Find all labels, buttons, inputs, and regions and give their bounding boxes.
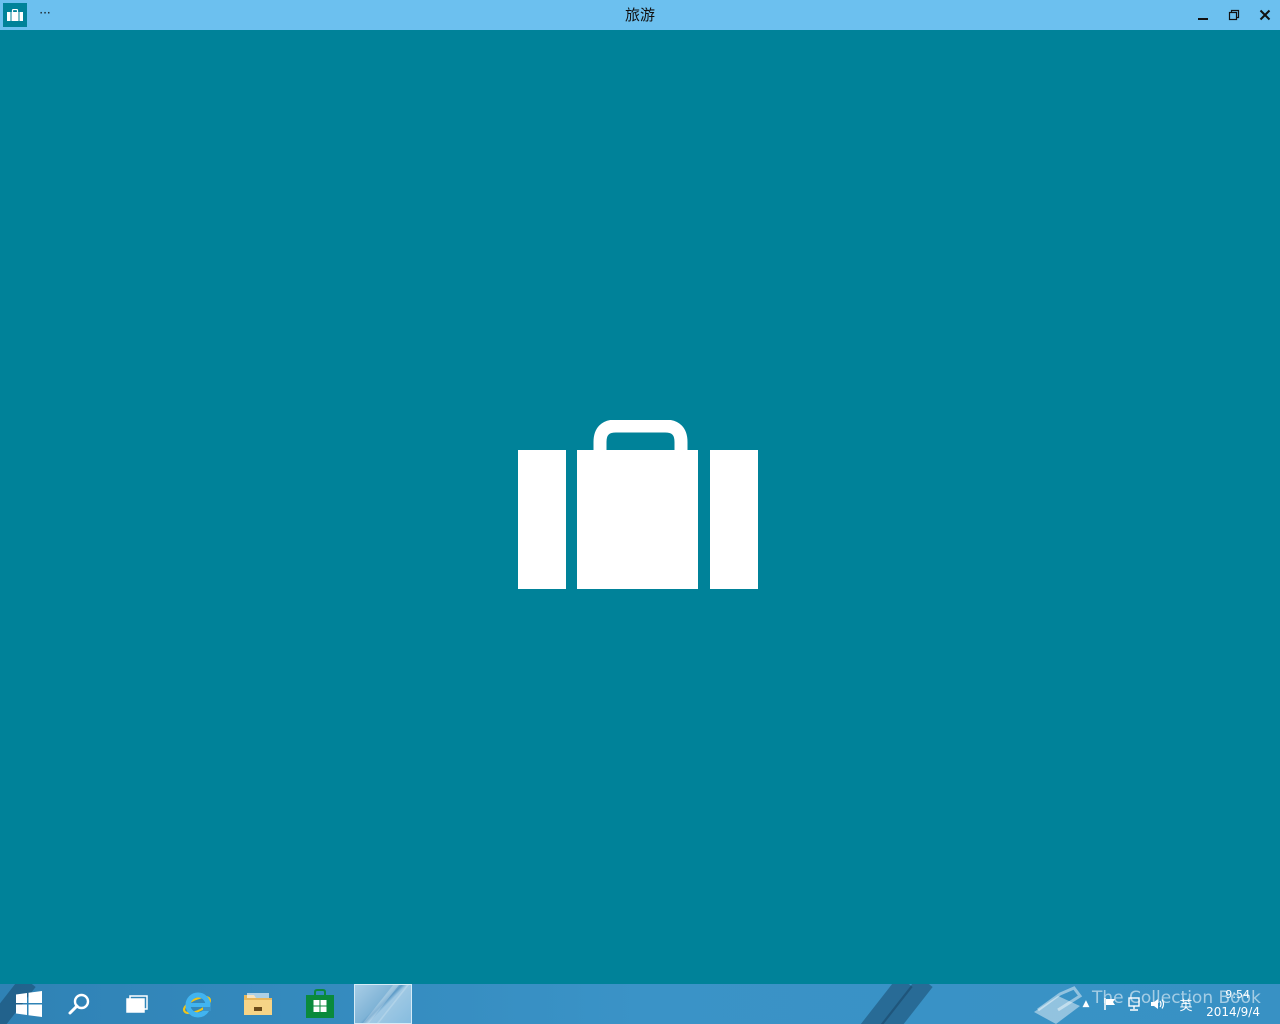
clock-date[interactable]: 2014/9/4 — [1206, 1005, 1260, 1019]
folder-icon — [244, 993, 272, 1015]
store-button[interactable] — [291, 984, 349, 1024]
task-view-button[interactable] — [108, 984, 166, 1024]
minimize-button[interactable] — [1192, 5, 1214, 25]
search-button[interactable] — [50, 984, 108, 1024]
network-icon — [1128, 997, 1140, 1011]
internet-explorer-button[interactable] — [168, 984, 226, 1024]
file-explorer-button[interactable] — [229, 984, 287, 1024]
show-hidden-icons-button[interactable]: ▲ — [1078, 996, 1094, 1012]
task-view-icon — [126, 995, 148, 1013]
network-button[interactable] — [1126, 996, 1142, 1012]
app-menu-button[interactable]: ··· — [38, 4, 52, 22]
volume-button[interactable] — [1150, 996, 1166, 1012]
restore-icon — [1228, 9, 1240, 21]
minimize-icon — [1198, 18, 1208, 20]
speaker-icon — [1151, 999, 1165, 1009]
windows-logo-icon — [16, 991, 42, 1017]
restore-button[interactable] — [1223, 5, 1245, 25]
suitcase-icon[interactable] — [3, 3, 27, 27]
title-bar: ··· 旅游 — [0, 0, 1280, 30]
flag-icon — [1104, 998, 1115, 1010]
search-icon — [68, 993, 90, 1015]
close-icon — [1259, 9, 1271, 21]
clock-time[interactable]: 9:54 — [1225, 988, 1250, 1001]
travel-app-button[interactable] — [354, 984, 412, 1024]
window-title: 旅游 — [624, 6, 655, 24]
app-splash-screen — [0, 30, 1280, 984]
suitcase-icon — [518, 420, 758, 589]
app-thumbnail-icon — [363, 985, 409, 1023]
store-icon — [306, 989, 334, 1018]
action-center-button[interactable] — [1102, 996, 1118, 1012]
close-button[interactable] — [1254, 5, 1276, 25]
input-method-indicator[interactable]: 英 — [1178, 996, 1194, 1014]
taskbar: The Collection Book ▲ 英 9:54 2014/9/4 — [0, 984, 1280, 1024]
internet-explorer-icon — [182, 992, 212, 1018]
